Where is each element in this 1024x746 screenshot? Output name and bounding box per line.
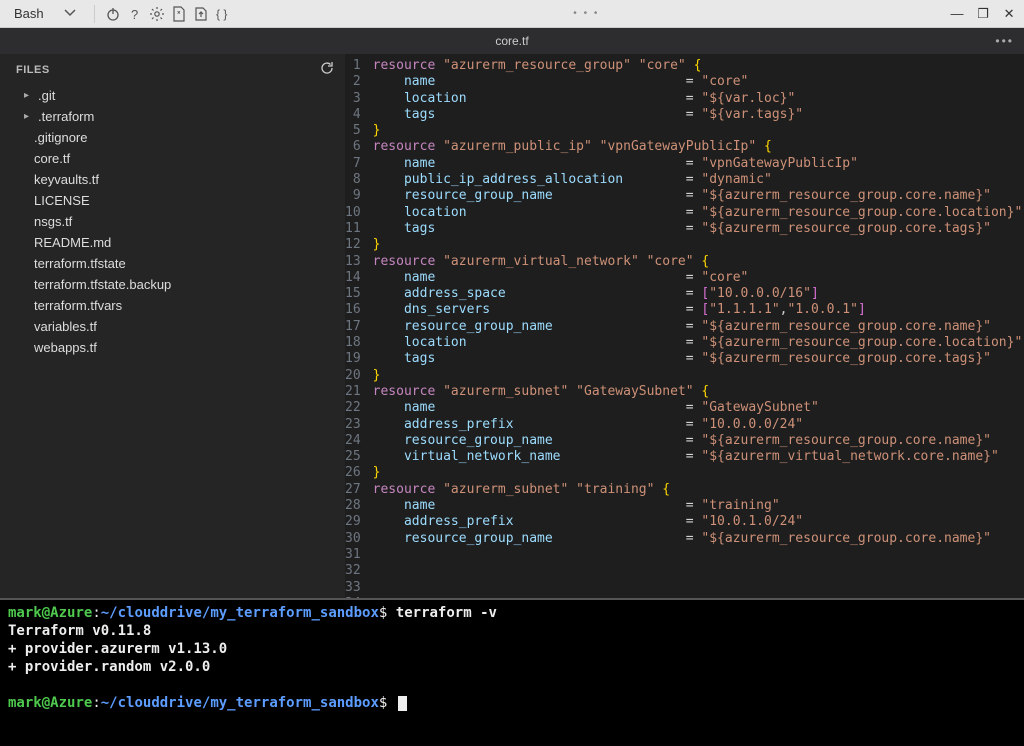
file-label: nsgs.tf bbox=[34, 214, 72, 229]
svg-text:?: ? bbox=[131, 7, 138, 22]
file-label: variables.tf bbox=[34, 319, 97, 334]
tab-more-icon[interactable]: ••• bbox=[995, 34, 1014, 48]
shell-label: Bash bbox=[14, 6, 44, 21]
editor-tabbar: core.tf ••• bbox=[0, 28, 1024, 54]
file-item[interactable]: core.tf bbox=[18, 148, 345, 169]
folder-caret-icon: ▸ bbox=[24, 90, 34, 101]
code-editor[interactable]: 1234567891011121314151617181920212223242… bbox=[345, 54, 1024, 598]
file-item[interactable]: variables.tf bbox=[18, 316, 345, 337]
file-item[interactable]: nsgs.tf bbox=[18, 211, 345, 232]
code-content[interactable]: resource "azurerm_resource_group" "core"… bbox=[373, 54, 1023, 598]
minimize-button[interactable]: — bbox=[950, 7, 964, 21]
terminal[interactable]: mark@Azure:~/clouddrive/my_terraform_san… bbox=[0, 598, 1024, 746]
files-label: FILES bbox=[16, 64, 50, 76]
file-label: .git bbox=[38, 88, 55, 103]
file-label: LICENSE bbox=[34, 193, 90, 208]
file-label: keyvaults.tf bbox=[34, 172, 99, 187]
overflow-dots: • • • bbox=[573, 8, 599, 19]
file-label: core.tf bbox=[34, 151, 70, 166]
file-label: README.md bbox=[34, 235, 111, 250]
window-controls: — ❐ ✕ bbox=[950, 7, 1016, 21]
terminal-host: Azure bbox=[50, 605, 92, 621]
file-label: .terraform bbox=[38, 109, 94, 124]
file-tree: ▸ .git ▸ .terraform .gitignore core.tf keyvaul… bbox=[0, 85, 345, 358]
braces-icon[interactable]: { } bbox=[215, 6, 231, 22]
file-item[interactable]: LICENSE bbox=[18, 190, 345, 211]
terminal-cursor bbox=[398, 696, 407, 711]
refresh-icon[interactable] bbox=[319, 60, 335, 79]
terminal-output: Terraform v0.11.8 + provider.azurerm v1.… bbox=[8, 623, 227, 675]
file-item[interactable]: terraform.tfstate bbox=[18, 253, 345, 274]
file-label: terraform.tfvars bbox=[34, 298, 122, 313]
folder-caret-icon: ▸ bbox=[24, 111, 34, 122]
upload-icon[interactable] bbox=[193, 6, 209, 22]
svg-text:{ }: { } bbox=[216, 7, 227, 21]
terminal-command: terraform -v bbox=[396, 605, 497, 621]
chevron-down-icon bbox=[62, 4, 78, 23]
file-item[interactable]: ▸ .terraform bbox=[18, 106, 345, 127]
settings-icon[interactable] bbox=[149, 6, 165, 22]
terminal-path: ~/clouddrive/my_terraform_sandbox bbox=[101, 605, 379, 621]
file-item[interactable]: webapps.tf bbox=[18, 337, 345, 358]
file-label: .gitignore bbox=[34, 130, 87, 145]
file-item[interactable]: terraform.tfvars bbox=[18, 295, 345, 316]
terminal-user: mark bbox=[8, 605, 42, 621]
file-explorer-header: FILES bbox=[0, 54, 345, 85]
line-gutter: 1234567891011121314151617181920212223242… bbox=[345, 54, 373, 598]
new-file-icon[interactable] bbox=[171, 6, 187, 22]
main-area: FILES ▸ .git ▸ .terraform .gitignore core.tf k… bbox=[0, 54, 1024, 598]
maximize-button[interactable]: ❐ bbox=[976, 7, 990, 21]
active-tab-filename[interactable]: core.tf bbox=[495, 34, 528, 48]
file-label: terraform.tfstate bbox=[34, 256, 126, 271]
close-button[interactable]: ✕ bbox=[1002, 7, 1016, 21]
file-explorer: FILES ▸ .git ▸ .terraform .gitignore core.tf k… bbox=[0, 54, 345, 598]
file-item[interactable]: terraform.tfstate.backup bbox=[18, 274, 345, 295]
power-icon[interactable] bbox=[105, 6, 121, 22]
file-item[interactable]: ▸ .git bbox=[18, 85, 345, 106]
file-label: webapps.tf bbox=[34, 340, 97, 355]
file-item[interactable]: keyvaults.tf bbox=[18, 169, 345, 190]
divider bbox=[94, 5, 95, 23]
file-label: terraform.tfstate.backup bbox=[34, 277, 171, 292]
file-item[interactable]: README.md bbox=[18, 232, 345, 253]
toolbar: Bash ? { } • • • — ❐ ✕ bbox=[0, 0, 1024, 28]
file-item[interactable]: .gitignore bbox=[18, 127, 345, 148]
shell-selector[interactable]: Bash bbox=[8, 2, 84, 25]
help-icon[interactable]: ? bbox=[127, 6, 143, 22]
